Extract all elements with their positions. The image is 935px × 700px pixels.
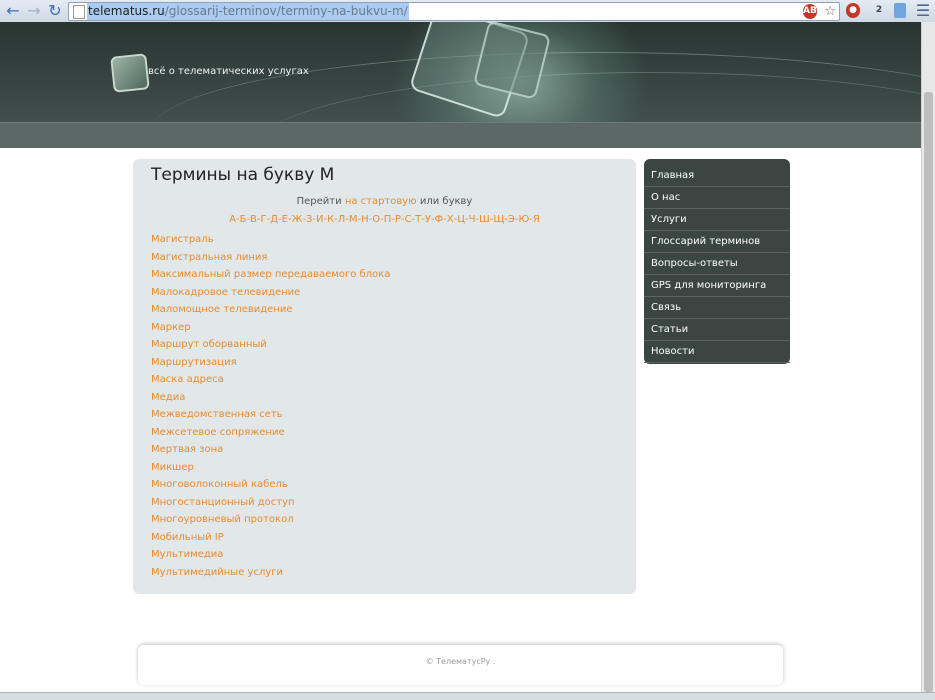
- menu-item-glossary[interactable]: Глоссарий терминов: [644, 231, 790, 253]
- menu-item-about[interactable]: О нас: [644, 187, 790, 209]
- back-arrow-icon[interactable]: ←: [4, 2, 22, 20]
- term-link[interactable]: Малокадровое телевидение: [151, 284, 390, 302]
- term-link[interactable]: Маршрут оборванный: [151, 336, 390, 354]
- menu-item-faq[interactable]: Вопросы-ответы: [644, 253, 790, 275]
- page-icon: [73, 5, 85, 19]
- goto-line: Перейти на стартовую или букву: [133, 196, 636, 207]
- menu-icon[interactable]: ☰: [914, 2, 932, 20]
- menu-item-news[interactable]: Новости: [644, 341, 790, 363]
- goto-suffix: или букву: [419, 196, 473, 207]
- browser-toolbar: ← → ↻ telematus.ru/glossarij-terminov/te…: [0, 0, 935, 23]
- menu-item-articles[interactable]: Статьи: [644, 319, 790, 341]
- site-tagline: всё о телематических услугах: [148, 66, 309, 77]
- term-link[interactable]: Медиа: [151, 389, 390, 407]
- menu-item-home[interactable]: Главная: [644, 165, 790, 187]
- forward-arrow-icon[interactable]: →: [25, 2, 43, 20]
- term-link[interactable]: Мертвая зона: [151, 441, 390, 459]
- term-link[interactable]: Многостанционный доступ: [151, 494, 390, 512]
- term-link[interactable]: Микшер: [151, 459, 390, 477]
- term-link[interactable]: Маршрутизация: [151, 354, 390, 372]
- term-link[interactable]: Межсетевое сопряжение: [151, 424, 390, 442]
- goto-prefix: Перейти: [296, 196, 342, 207]
- goto-link-on[interactable]: на: [345, 196, 358, 207]
- url-host: telematus.ru: [88, 4, 165, 18]
- adblock-icon[interactable]: ABP: [803, 4, 823, 19]
- site-header: всё о телематических услугах: [0, 22, 922, 148]
- sidebar-menu: Главная О нас Услуги Глоссарий терминов …: [644, 159, 790, 364]
- menu-item-contact[interactable]: Связь: [644, 297, 790, 319]
- main-content: Термины на букву М Перейти на стартовую …: [133, 159, 636, 594]
- reload-icon[interactable]: ↻: [46, 2, 64, 20]
- alphabet-links[interactable]: А-Б-В-Г-Д-Е-Ж-З-И-К-Л-М-Н-О-П-Р-С-Т-У-Ф-…: [133, 214, 636, 225]
- term-link[interactable]: Маркер: [151, 319, 390, 337]
- extension-badge-icon[interactable]: 2: [872, 3, 886, 18]
- term-link[interactable]: Магистраль: [151, 231, 390, 249]
- scrollbar-thumb[interactable]: [924, 92, 933, 692]
- site-footer: © ТелематусРу .: [138, 645, 783, 685]
- term-link[interactable]: Маломощное телевидение: [151, 301, 390, 319]
- goto-start-link[interactable]: стартовую: [361, 196, 417, 207]
- menu-item-gps[interactable]: GPS для мониторинга: [644, 275, 790, 297]
- site-logo-icon[interactable]: [110, 53, 150, 93]
- extension-badge-count: 2: [875, 5, 883, 15]
- term-link[interactable]: Маска адреса: [151, 371, 390, 389]
- url-text[interactable]: telematus.ru/glossarij-terminov/terminy-…: [87, 3, 409, 20]
- url-path: /glossarij-terminov/terminy-na-bukvu-m/: [164, 4, 408, 18]
- copyright-text: © ТелематусРу .: [425, 657, 496, 666]
- term-link[interactable]: Межведомственная сеть: [151, 406, 390, 424]
- term-link[interactable]: Мобильный IP: [151, 529, 390, 547]
- address-bar[interactable]: telematus.ru/glossarij-terminov/terminy-…: [68, 2, 840, 21]
- term-link[interactable]: Мультимедийные услуги: [151, 564, 390, 582]
- term-link[interactable]: Многоуровневый протокол: [151, 511, 390, 529]
- term-link[interactable]: Мультимедиа: [151, 546, 390, 564]
- menu-item-services[interactable]: Услуги: [644, 209, 790, 231]
- extension-record-icon[interactable]: ●: [846, 3, 860, 18]
- vertical-scrollbar[interactable]: [921, 22, 935, 692]
- extension-window-icon[interactable]: [894, 3, 906, 18]
- term-link[interactable]: Магистральная линия: [151, 249, 390, 267]
- header-band: [0, 122, 922, 148]
- page-title: Термины на букву М: [151, 165, 335, 185]
- terms-list: Магистраль Магистральная линия Максималь…: [151, 231, 390, 581]
- bookmark-star-icon[interactable]: ☆: [824, 3, 836, 20]
- term-link[interactable]: Максимальный размер передаваемого блока: [151, 266, 390, 284]
- term-link[interactable]: Многоволоконный кабель: [151, 476, 390, 494]
